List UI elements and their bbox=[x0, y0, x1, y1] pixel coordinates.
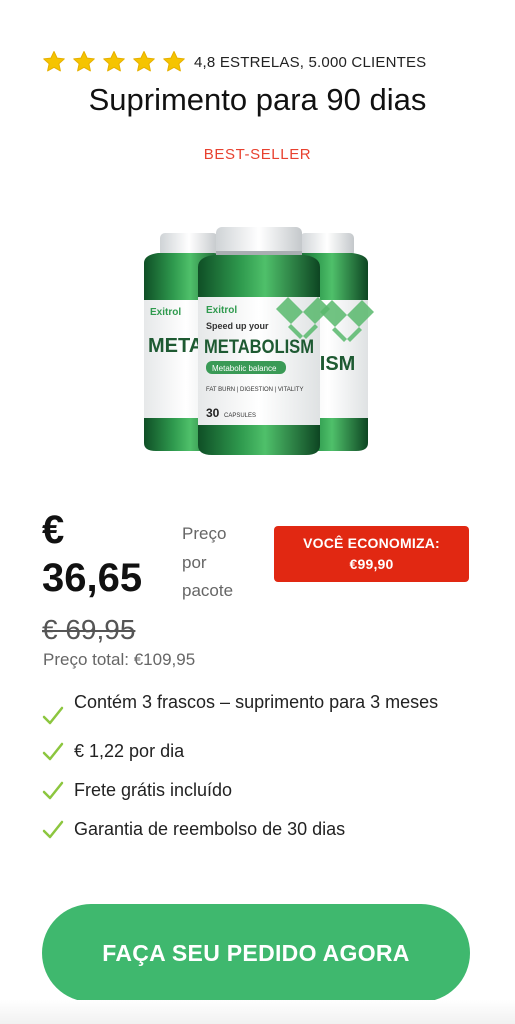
savings-label: VOCÊ ECONOMIZA: bbox=[303, 535, 440, 551]
savings-amount: €99,90 bbox=[349, 556, 394, 572]
star-icon bbox=[103, 51, 125, 72]
price-value: 36,65 bbox=[42, 556, 143, 600]
feature-item: Contém 3 frascos – suprimento para 3 mes… bbox=[42, 688, 472, 727]
bottle-left-brand: Exitrol bbox=[150, 307, 181, 318]
feature-item: Frete grátis incluído bbox=[42, 776, 472, 805]
product-image: OLISM Exitrol METAE Exitrol Speed up you… bbox=[144, 227, 374, 455]
bottle-caps-label: CAPSULES bbox=[224, 413, 256, 419]
old-price: € 69,95 bbox=[42, 614, 136, 645]
price-note-line: Preço bbox=[182, 524, 227, 543]
star-icon bbox=[163, 51, 185, 72]
feature-text: Garantia de reembolso de 30 dias bbox=[74, 819, 346, 839]
feature-list: Contém 3 frascos – suprimento para 3 mes… bbox=[42, 688, 472, 854]
star-icon bbox=[73, 51, 95, 72]
star-rating bbox=[42, 50, 186, 74]
bottle-front: Exitrol Speed up your METABOLISM Metabol… bbox=[198, 227, 330, 455]
check-icon bbox=[42, 820, 64, 839]
bottom-divider bbox=[0, 1000, 515, 1024]
price-block: € 36,65 Preço por pacote € 69,95 VOCÊ EC… bbox=[42, 508, 482, 653]
rating-text: 4,8 ESTRELAS, 5.000 CLIENTES bbox=[194, 53, 427, 71]
rating-row: 4,8 ESTRELAS, 5.000 CLIENTES bbox=[42, 48, 482, 76]
feature-text: Contém 3 frascos – suprimento para 3 mes… bbox=[74, 692, 439, 712]
bottle-benefits: FAT BURN | DIGESTION | VITALITY bbox=[206, 387, 303, 393]
price-note: Preço por pacote bbox=[182, 520, 262, 606]
page-title: Suprimento para 90 dias bbox=[88, 82, 427, 117]
check-icon bbox=[42, 706, 64, 725]
bottle-caps: 30 bbox=[206, 406, 220, 420]
check-icon bbox=[42, 781, 64, 800]
order-now-button[interactable]: FAÇA SEU PEDIDO AGORA bbox=[42, 904, 470, 1002]
price-note-line: pacote bbox=[182, 581, 234, 600]
savings-badge: VOCÊ ECONOMIZA: €99,90 bbox=[274, 526, 469, 582]
currency-symbol: € bbox=[42, 508, 65, 552]
best-seller-badge: BEST-SELLER bbox=[203, 146, 312, 163]
feature-text: Frete grátis incluído bbox=[74, 780, 233, 800]
price-note-line: por bbox=[182, 552, 207, 572]
bottle-name: METABOLISM bbox=[204, 337, 314, 358]
feature-text: € 1,22 por dia bbox=[74, 741, 185, 761]
total-price: Preço total: €109,95 bbox=[43, 650, 196, 669]
bottle-tagline: Speed up your bbox=[206, 321, 269, 331]
star-icon bbox=[133, 51, 155, 72]
star-icon bbox=[43, 51, 65, 72]
check-icon bbox=[42, 742, 64, 761]
bottle-sub: Metabolic balance bbox=[212, 364, 277, 373]
bottle-brand: Exitrol bbox=[206, 305, 237, 316]
feature-item: € 1,22 por dia bbox=[42, 737, 472, 766]
feature-item: Garantia de reembolso de 30 dias bbox=[42, 815, 472, 844]
